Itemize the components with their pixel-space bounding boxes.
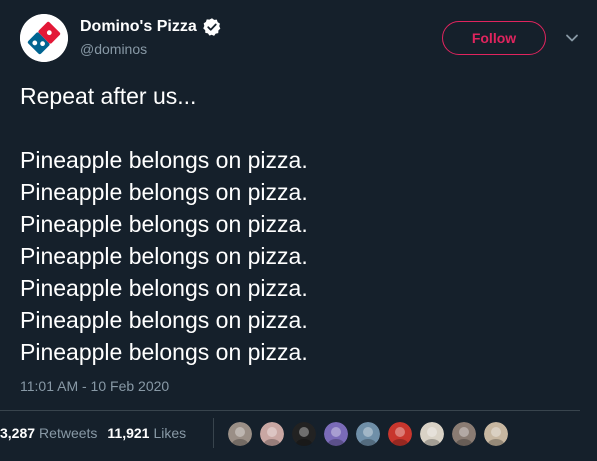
tweet-header: Domino's Pizza @dominos Follow (0, 0, 597, 80)
avatar-icon (292, 422, 316, 446)
tweet-timestamp[interactable]: 11:01 AM - 10 Feb 2020 (20, 378, 169, 394)
tweet-line: Pineapple belongs on pizza. (20, 211, 308, 237)
tweet-line: Pineapple belongs on pizza. (20, 179, 308, 205)
liker-avatar-5[interactable] (354, 420, 382, 448)
retweets-count: 3,287 (0, 425, 36, 441)
stats-separator (213, 418, 214, 448)
liker-avatar-6[interactable] (386, 420, 414, 448)
avatar-icon (420, 422, 444, 446)
liker-avatar-2[interactable] (258, 420, 286, 448)
likes-count: 11,921 (107, 425, 150, 441)
liker-avatar-1[interactable] (226, 420, 254, 448)
tweet-line: Pineapple belongs on pizza. (20, 275, 308, 301)
tweet-stats: 3,287 Retweets 11,921 Likes (0, 425, 186, 441)
divider (0, 410, 580, 411)
liker-avatar-7[interactable] (418, 420, 446, 448)
tweet-line: Pineapple belongs on pizza. (20, 339, 308, 365)
follow-button[interactable]: Follow (442, 21, 546, 55)
avatar-icon (228, 422, 252, 446)
tweet-line: Pineapple belongs on pizza. (20, 147, 308, 173)
liker-avatar-9[interactable] (482, 420, 510, 448)
avatar-icon (388, 422, 412, 446)
author-avatar[interactable] (20, 14, 68, 62)
tweet-line: Pineapple belongs on pizza. (20, 243, 308, 269)
liker-avatars (226, 420, 514, 448)
liker-avatar-8[interactable] (450, 420, 478, 448)
avatar-icon (324, 422, 348, 446)
verified-badge-icon (202, 18, 221, 36)
dominos-logo-icon (20, 14, 68, 62)
author-name-row[interactable]: Domino's Pizza (80, 17, 222, 37)
tweet-line: Repeat after us... (20, 83, 197, 109)
author-handle[interactable]: @dominos (80, 41, 147, 57)
likes-label: Likes (153, 425, 187, 441)
avatar-icon (452, 422, 476, 446)
liker-avatar-4[interactable] (322, 420, 350, 448)
author-display-name[interactable]: Domino's Pizza (80, 18, 197, 36)
avatar-icon (484, 422, 508, 446)
avatar-icon (356, 422, 380, 446)
retweets-label: Retweets (39, 425, 98, 441)
tweet-line: Pineapple belongs on pizza. (20, 307, 308, 333)
tweet-line-break (20, 112, 580, 144)
likes-stat[interactable]: 11,921 Likes (107, 425, 186, 441)
tweet-text: Repeat after us... Pineapple belongs on … (20, 80, 580, 368)
retweets-stat[interactable]: 3,287 Retweets (0, 425, 97, 441)
avatar-icon (260, 422, 284, 446)
chevron-down-icon[interactable] (565, 31, 579, 45)
liker-avatar-3[interactable] (290, 420, 318, 448)
